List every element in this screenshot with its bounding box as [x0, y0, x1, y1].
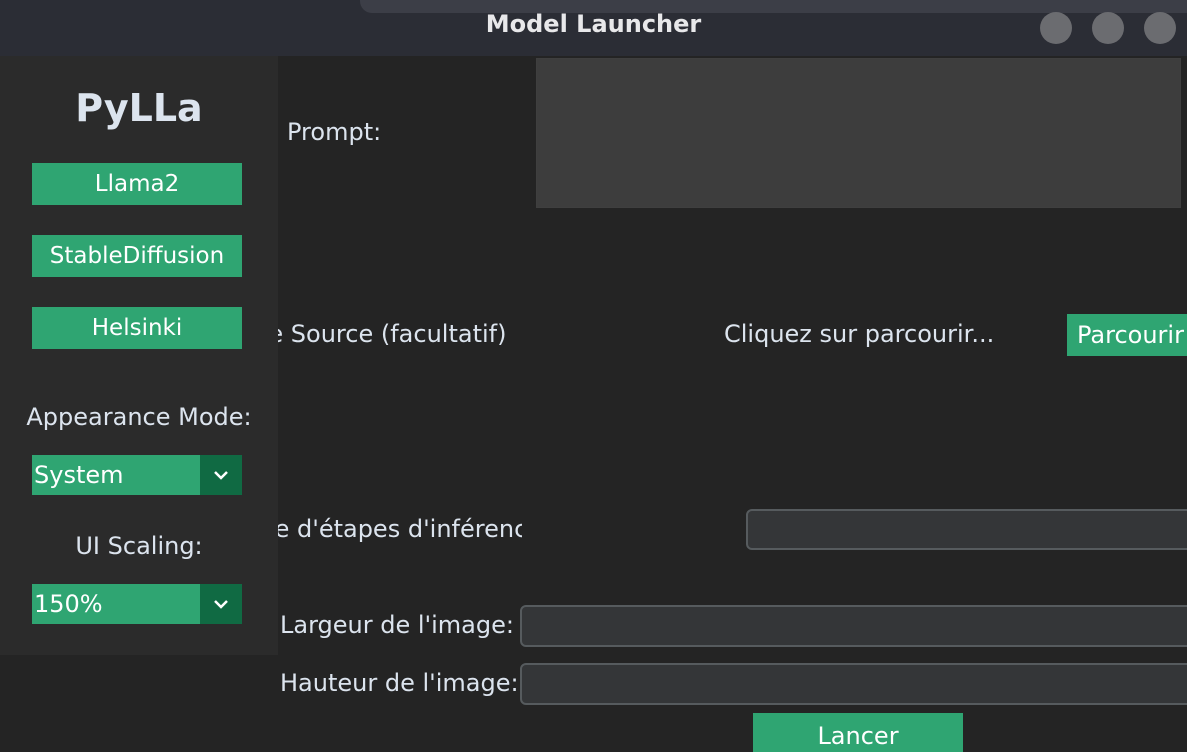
maximize-button[interactable]	[1092, 12, 1124, 44]
appearance-mode-value: System	[34, 461, 124, 489]
width-input[interactable]	[520, 605, 1187, 647]
window-title: Model Launcher	[485, 10, 702, 38]
llama2-button[interactable]: Llama2	[32, 163, 242, 205]
minimize-button[interactable]	[1040, 12, 1072, 44]
height-input[interactable]	[520, 663, 1187, 705]
launch-button[interactable]: Lancer	[753, 713, 963, 752]
title-bar: Model Launcher	[0, 0, 1187, 56]
appearance-mode-label: Appearance Mode:	[26, 403, 252, 431]
width-label: Largeur de l'image:	[280, 611, 514, 639]
helsinki-button[interactable]: Helsinki	[32, 307, 242, 349]
stablediffusion-button[interactable]: StableDiffusion	[32, 235, 242, 277]
app-logo: PyLLa	[75, 86, 203, 130]
chevron-down-icon[interactable]	[200, 455, 242, 495]
steps-input[interactable]	[746, 509, 1187, 550]
steps-label-clip: Nombre d'étapes d'inférence	[278, 511, 522, 551]
prompt-label: Prompt:	[287, 118, 382, 146]
close-button[interactable]	[1144, 12, 1176, 44]
source-path-text: Cliquez sur parcourir...	[724, 320, 995, 348]
source-label-clip: Image Source (facultatif)	[278, 316, 522, 356]
ui-scaling-dropdown[interactable]: 150%	[32, 584, 242, 624]
sidebar: PyLLa Llama2 StableDiffusion Helsinki Ap…	[0, 56, 278, 655]
appearance-mode-dropdown[interactable]: System	[32, 455, 242, 495]
height-label: Hauteur de l'image:	[280, 669, 519, 697]
ui-scaling-value: 150%	[34, 590, 103, 618]
source-label: Image Source (facultatif)	[278, 320, 507, 348]
chevron-down-icon[interactable]	[200, 584, 242, 624]
ui-scaling-label: UI Scaling:	[75, 532, 203, 560]
prompt-textbox[interactable]	[536, 58, 1181, 208]
steps-label: Nombre d'étapes d'inférence	[278, 515, 522, 543]
browse-button[interactable]: Parcourir	[1067, 314, 1187, 356]
